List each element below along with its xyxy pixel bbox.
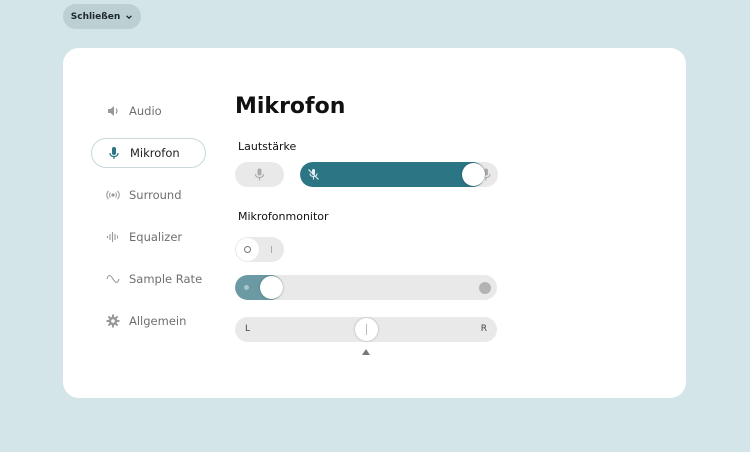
- balance-left-label: L: [245, 324, 251, 334]
- sidebar-item-allgemein[interactable]: Allgemein: [91, 306, 206, 336]
- gear-icon: [106, 314, 120, 328]
- volume-slider[interactable]: [300, 162, 498, 187]
- sidebar-item-label: Allgemein: [129, 314, 187, 328]
- sidebar-item-equalizer[interactable]: Equalizer: [91, 222, 206, 252]
- microphone-icon: [107, 146, 121, 160]
- settings-panel: Audio Mikrofon Surround Equalizer Sample…: [63, 48, 686, 398]
- sidebar-item-sample-rate[interactable]: Sample Rate: [91, 264, 206, 294]
- balance-right-label: R: [480, 324, 487, 334]
- microphone-icon: [254, 168, 265, 181]
- sidebar-item-label: Audio: [129, 104, 162, 118]
- monitor-level-slider[interactable]: [235, 275, 497, 300]
- monitor-slider-end-dot: [479, 282, 491, 294]
- volume-slider-fill: [300, 162, 485, 187]
- balance-slider[interactable]: L R: [235, 317, 497, 342]
- sidebar-item-mikrofon[interactable]: Mikrofon: [91, 138, 206, 168]
- monitor-slider-thumb[interactable]: [259, 276, 283, 299]
- close-button-label: Schließen: [70, 11, 121, 22]
- sidebar-item-label: Sample Rate: [129, 272, 203, 286]
- sidebar-item-label: Surround: [129, 188, 182, 202]
- balance-slider-thumb[interactable]: [354, 318, 378, 341]
- microphone-muted-icon: [308, 169, 319, 180]
- sidebar-item-label: Mikrofon: [130, 146, 180, 160]
- mic-mute-button[interactable]: [235, 162, 284, 187]
- sidebar-item-audio[interactable]: Audio: [91, 96, 206, 126]
- wave-icon: [106, 272, 120, 286]
- sidebar-item-surround[interactable]: Surround: [91, 180, 206, 210]
- toggle-on-mark: [271, 246, 272, 253]
- monitor-label: Mikrofonmonitor: [238, 210, 329, 223]
- chevron-down-icon: [126, 14, 133, 19]
- monitor-toggle[interactable]: [235, 237, 284, 262]
- speaker-icon: [106, 104, 120, 118]
- surround-icon: [106, 188, 120, 202]
- toggle-knob: [236, 238, 259, 261]
- volume-label: Lautstärke: [238, 140, 297, 153]
- page-title: Mikrofon: [235, 94, 346, 119]
- sidebar-item-label: Equalizer: [129, 230, 183, 244]
- close-button[interactable]: Schließen: [63, 4, 141, 29]
- balance-center-marker: [362, 349, 370, 355]
- volume-slider-thumb[interactable]: [461, 163, 485, 186]
- equalizer-icon: [106, 230, 120, 244]
